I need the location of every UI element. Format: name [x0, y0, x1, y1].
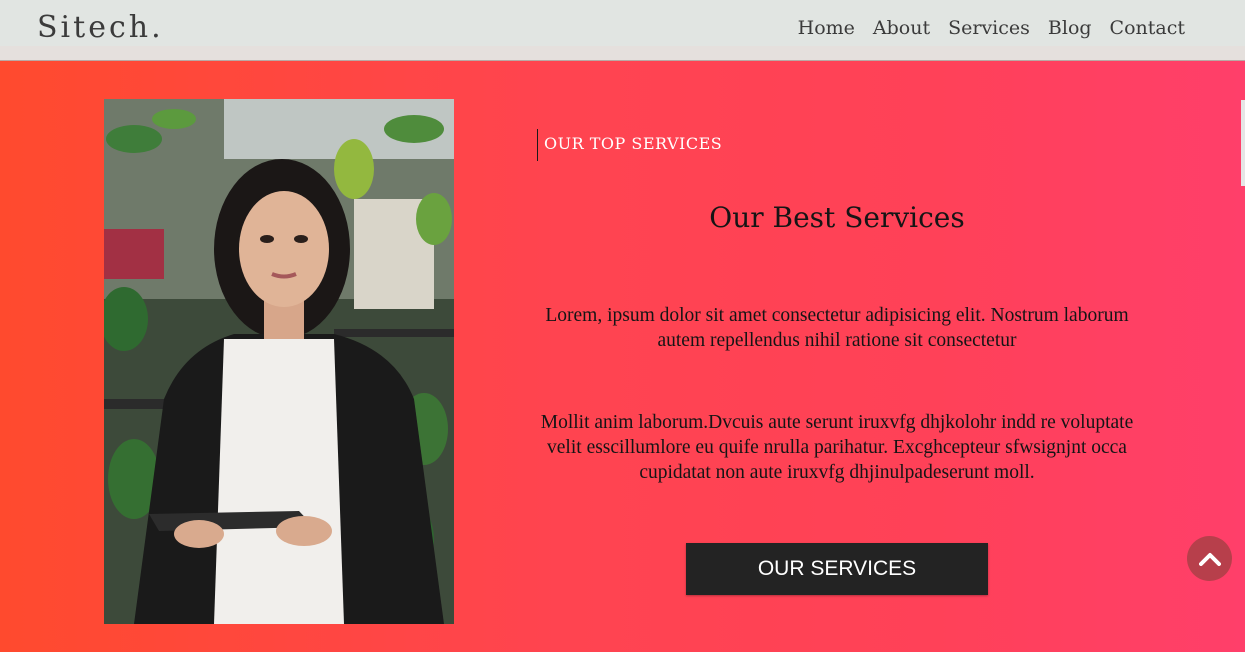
section-heading: Our Best Services	[709, 201, 965, 234]
intro-paragraph: Lorem, ipsum dolor sit amet consectetur …	[545, 305, 1129, 351]
nav-about[interactable]: About	[873, 17, 930, 39]
chevron-up-icon	[1198, 552, 1221, 566]
scroll-to-top-button[interactable]	[1187, 536, 1232, 581]
nav-blog[interactable]: Blog	[1048, 17, 1092, 39]
scrollbar-thumb[interactable]	[1241, 100, 1245, 186]
nav-services[interactable]: Services	[948, 17, 1030, 39]
nav-home[interactable]: Home	[798, 17, 855, 39]
main-nav: Home About Services Blog Contact	[798, 17, 1185, 39]
services-section: OUR TOP SERVICES Our Best Services Lorem…	[0, 61, 1245, 652]
woman-with-tablet-image	[104, 99, 454, 624]
site-logo[interactable]: Sitech.	[37, 10, 164, 45]
hero-photo	[104, 99, 454, 624]
nav-contact[interactable]: Contact	[1110, 17, 1185, 39]
our-services-button[interactable]: OUR SERVICES	[686, 543, 988, 595]
detail-paragraph: Mollit anim laborum.Dvcuis aute serunt i…	[540, 412, 1134, 483]
top-navbar: Sitech. Home About Services Blog Contact	[0, 0, 1245, 61]
section-eyebrow: OUR TOP SERVICES	[537, 129, 722, 161]
